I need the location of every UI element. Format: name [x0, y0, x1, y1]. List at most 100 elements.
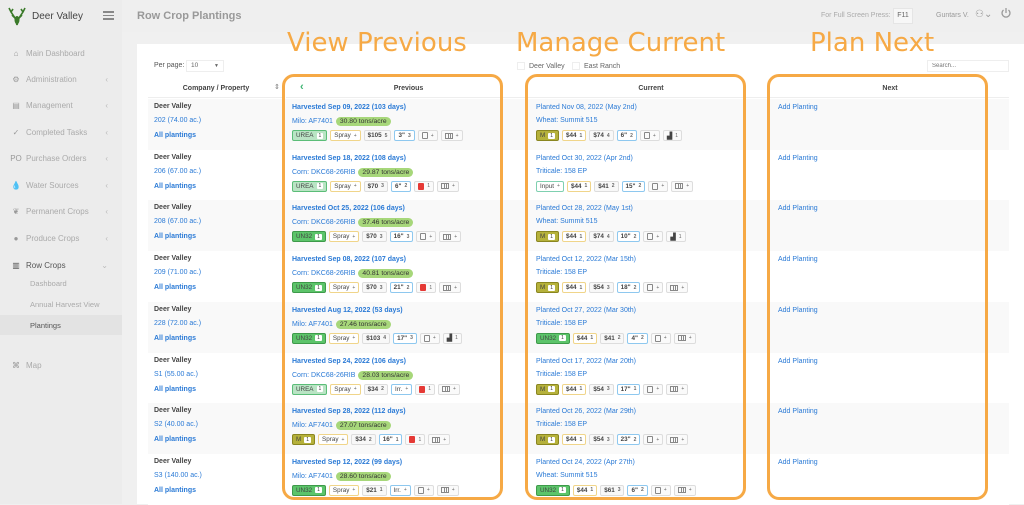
sidebar-item-produce-crops[interactable]: ● Produce Crops ‹	[0, 225, 122, 251]
water-chip[interactable]: 18" 2	[616, 282, 641, 294]
sidebar-subitem-dashboard[interactable]: Dashboard	[0, 273, 122, 293]
water-chip[interactable]: 3" 3	[394, 130, 415, 141]
harvest-link[interactable]: Harvested Sep 28, 2022 (112 days)	[292, 408, 406, 415]
cost-chip[interactable]: $34 2	[363, 383, 388, 395]
cost-chip[interactable]: $54 3	[589, 282, 614, 294]
harvest-link[interactable]: Harvested Sep 24, 2022 (106 days)	[292, 358, 406, 365]
spray-chip[interactable]: Spray +	[328, 231, 360, 243]
document-chip[interactable]: +	[648, 180, 669, 192]
document-chip[interactable]: 1	[414, 180, 435, 192]
harvest-link[interactable]: Harvested Oct 25, 2022 (106 days)	[292, 205, 405, 212]
fertilizer-chip[interactable]: UN32 1	[292, 332, 326, 344]
cost-chip[interactable]: $105 5	[363, 130, 392, 141]
seed-chip[interactable]: $44 1	[566, 180, 592, 192]
map-chip[interactable]: +	[439, 231, 462, 243]
seed-chip[interactable]: $44 1	[572, 332, 598, 344]
document-chip[interactable]: +	[643, 231, 664, 243]
user-name[interactable]: Guntars V.	[936, 12, 969, 19]
harvest-link[interactable]: Harvested Sep 09, 2022 (103 days)	[292, 104, 406, 111]
water-chip[interactable]: 23" 2	[616, 434, 641, 446]
user-settings-icon[interactable]: ⚇⌄	[975, 9, 992, 20]
equipment-chip[interactable]: ▟ 1	[442, 332, 462, 344]
water-chip[interactable]: 6" 2	[616, 130, 637, 141]
cost-chip[interactable]: $41 2	[594, 180, 619, 192]
equipment-chip[interactable]: ▟ 1	[662, 130, 682, 141]
fertilizer-chip[interactable]: M1	[536, 130, 560, 141]
all-plantings-link[interactable]: All plantings	[154, 284, 196, 291]
document-chip[interactable]: 1	[415, 383, 436, 395]
all-plantings-link[interactable]: All plantings	[154, 487, 196, 494]
spray-chip[interactable]: Spray +	[318, 434, 349, 446]
spray-chip[interactable]: Spray +	[330, 383, 361, 395]
spray-chip[interactable]: Spray +	[330, 180, 361, 192]
cost-chip[interactable]: $54 3	[589, 383, 614, 395]
search-input[interactable]	[927, 60, 1009, 72]
fertilizer-chip[interactable]: UREA 1	[292, 180, 328, 192]
field-link[interactable]: S2 (40.00 ac.)	[154, 421, 198, 428]
map-chip[interactable]: +	[440, 130, 463, 141]
column-header-property[interactable]: Company / Property	[148, 79, 284, 98]
add-planting-link[interactable]: Add Planting	[778, 155, 818, 162]
add-planting-link[interactable]: Add Planting	[778, 104, 818, 111]
add-planting-link[interactable]: Add Planting	[778, 256, 818, 263]
planting-link[interactable]: Planted Oct 28, 2022 (May 1st)	[536, 205, 633, 212]
water-chip[interactable]: 21" 2	[389, 282, 414, 294]
fertilizer-chip[interactable]: UN32 1	[536, 484, 570, 496]
filter-east-ranch[interactable]: East Ranch	[572, 62, 620, 70]
map-chip[interactable]: +	[666, 434, 689, 446]
sidebar-item-management[interactable]: ▤ Management ‹	[0, 92, 122, 118]
all-plantings-link[interactable]: All plantings	[154, 335, 196, 342]
cost-chip[interactable]: $61 3	[600, 484, 625, 496]
document-chip[interactable]: +	[417, 130, 438, 141]
fertilizer-chip[interactable]: UREA 1	[292, 383, 328, 395]
harvest-link[interactable]: Harvested Sep 18, 2022 (108 days)	[292, 155, 406, 162]
water-chip[interactable]: 15" 2	[621, 180, 646, 192]
fertilizer-chip[interactable]: M1	[536, 434, 560, 446]
planting-link[interactable]: Planted Oct 17, 2022 (Mar 20th)	[536, 358, 636, 365]
map-chip[interactable]: +	[673, 332, 696, 344]
document-chip[interactable]: +	[416, 231, 437, 243]
field-link[interactable]: S3 (140.00 ac.)	[154, 472, 202, 479]
fertilizer-chip[interactable]: M1	[536, 383, 560, 395]
document-chip[interactable]: +	[413, 484, 434, 496]
sidebar-item-completed-tasks[interactable]: ✓ Completed Tasks ‹	[0, 119, 122, 145]
fertilizer-chip[interactable]: M1	[536, 282, 560, 294]
map-chip[interactable]: +	[671, 180, 694, 192]
document-chip[interactable]: +	[419, 332, 440, 344]
document-chip[interactable]: +	[650, 484, 671, 496]
map-chip[interactable]: +	[436, 484, 459, 496]
cost-chip[interactable]: $70 3	[362, 282, 387, 294]
document-chip[interactable]: +	[639, 130, 660, 141]
menu-toggle-icon[interactable]	[103, 11, 114, 20]
fertilizer-chip[interactable]: UN32 1	[292, 484, 326, 496]
field-link[interactable]: S1 (55.00 ac.)	[154, 371, 198, 378]
chevron-left-icon[interactable]: ‹	[300, 81, 304, 93]
sidebar-item-permanent-crops[interactable]: ❦ Permanent Crops ‹	[0, 198, 122, 224]
map-chip[interactable]: +	[673, 484, 696, 496]
water-chip[interactable]: 6" 2	[627, 484, 648, 496]
irr-chip[interactable]: Irr. +	[390, 383, 413, 395]
equipment-chip[interactable]: ▟ 1	[666, 231, 686, 243]
all-plantings-link[interactable]: All plantings	[154, 233, 196, 240]
filter-deer-valley[interactable]: Deer Valley	[517, 62, 565, 70]
checkbox[interactable]	[572, 62, 580, 70]
fertilizer-chip[interactable]: M1	[536, 231, 560, 243]
irr-chip[interactable]: Irr. +	[389, 484, 411, 496]
sidebar-item-map[interactable]: ⌘ Map	[0, 352, 122, 378]
document-chip[interactable]: +	[643, 282, 664, 294]
cost-chip[interactable]: $70 3	[363, 180, 388, 192]
all-plantings-link[interactable]: All plantings	[154, 132, 196, 139]
seed-chip[interactable]: $44 1	[562, 282, 587, 294]
seed-chip[interactable]: $44 1	[562, 231, 587, 243]
all-plantings-link[interactable]: All plantings	[154, 386, 196, 393]
sidebar-item-administration[interactable]: ⚙ Administration ‹	[0, 66, 122, 92]
sidebar-item-purchase-orders[interactable]: PO Purchase Orders ‹	[0, 145, 122, 171]
power-icon[interactable]	[1000, 7, 1012, 19]
cost-chip[interactable]: $21 1	[362, 484, 387, 496]
sidebar-item-main-dashboard[interactable]: ⌂ Main Dashboard	[0, 40, 122, 66]
water-chip[interactable]: 4" 2	[627, 332, 648, 344]
water-chip[interactable]: 16" 3	[389, 231, 414, 243]
planting-link[interactable]: Planted Oct 30, 2022 (Apr 2nd)	[536, 155, 633, 162]
seed-chip[interactable]: $44 1	[562, 434, 587, 446]
seed-chip[interactable]: $44 1	[572, 484, 598, 496]
